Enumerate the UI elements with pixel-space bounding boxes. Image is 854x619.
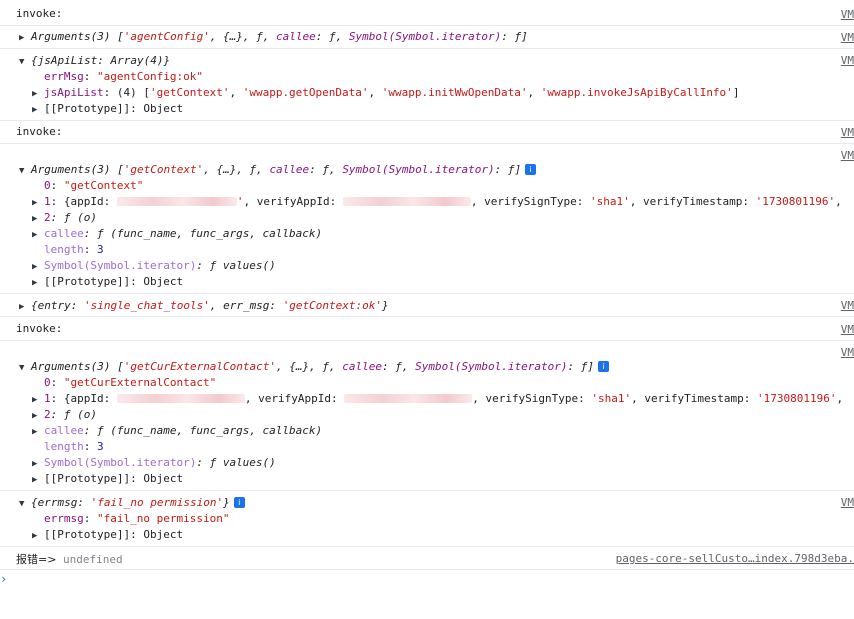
jsapilist-object-summary[interactable]: ▼ {jsApiList: Array(4)} xyxy=(0,54,854,67)
jsapilist-property[interactable]: ▶ jsApiList: (4) ['getContext', 'wwapp.ge… xyxy=(0,86,854,99)
expand-triangle-icon[interactable]: ▶ xyxy=(32,230,44,240)
length-property: length: 3 xyxy=(44,440,104,453)
source-link[interactable]: VM xyxy=(841,496,854,509)
prototype-row[interactable]: ▶ [[Prototype]]: Object xyxy=(0,528,854,541)
redacted-value xyxy=(342,197,471,206)
expand-triangle-icon[interactable]: ▶ xyxy=(32,411,44,421)
prompt-chevron-icon: › xyxy=(0,572,8,586)
collapse-triangle-icon[interactable]: ▼ xyxy=(19,499,31,509)
source-link[interactable]: VM xyxy=(841,323,854,336)
callee-property[interactable]: ▶ callee: ƒ (func_name, func_args, callba… xyxy=(0,227,854,240)
entry-object-summary[interactable]: ▶ {entry: 'single_chat_tools', err_msg: '… xyxy=(0,299,854,312)
expand-triangle-icon[interactable]: ▶ xyxy=(19,302,31,312)
source-link[interactable]: VM xyxy=(841,8,854,21)
errmsg-property: errMsg: "agentConfig:ok" xyxy=(44,70,203,83)
arguments-agentconfig-summary[interactable]: ▶ Arguments(3) ['agentConfig', {…}, ƒ, ca… xyxy=(0,30,854,43)
info-icon[interactable]: i xyxy=(233,497,245,508)
collapse-triangle-icon[interactable]: ▼ xyxy=(19,363,31,373)
index-0-property: 0: "getCurExternalContact" xyxy=(44,376,217,389)
prototype-row[interactable]: ▶ [[Prototype]]: Object xyxy=(0,472,854,485)
log-invoke-2: invoke: xyxy=(16,125,63,138)
source-link[interactable]: VM xyxy=(841,54,854,67)
length-property: length: 3 xyxy=(44,243,104,256)
expand-triangle-icon[interactable]: ▶ xyxy=(32,278,44,288)
expand-triangle-icon[interactable]: ▶ xyxy=(32,459,44,469)
redacted-value xyxy=(116,197,237,206)
source-file-link[interactable]: pages-core-sellCusto…index.798d3eba. xyxy=(616,552,854,565)
console-prompt[interactable]: › xyxy=(0,572,854,586)
expand-triangle-icon[interactable]: ▶ xyxy=(32,262,44,272)
log-invoke-1: invoke: xyxy=(16,7,63,20)
source-link[interactable]: VM xyxy=(841,31,854,44)
index-0-property: 0: "getContext" xyxy=(44,179,144,192)
divider xyxy=(0,143,854,144)
divider xyxy=(0,293,854,294)
expand-triangle-icon[interactable]: ▶ xyxy=(32,198,44,208)
symbol-iterator-property[interactable]: ▶ Symbol(Symbol.iterator): ƒ values() xyxy=(0,259,854,272)
prototype-row[interactable]: ▶ [[Prototype]]: Object xyxy=(0,102,854,115)
divider xyxy=(0,569,854,570)
index-2-property[interactable]: ▶ 2: ƒ (o) xyxy=(0,408,854,421)
divider xyxy=(0,546,854,547)
log-invoke-3: invoke: xyxy=(16,322,63,335)
errmsg-object-summary[interactable]: ▼ {errmsg: 'fail_no permission'} i xyxy=(0,496,854,509)
redacted-value xyxy=(116,394,245,403)
divider xyxy=(0,490,854,491)
redacted-value xyxy=(344,394,473,403)
arguments-getcurexternalcontact-summary[interactable]: ▼ Arguments(3) ['getCurExternalContact', … xyxy=(0,360,854,373)
divider xyxy=(0,340,854,341)
prototype-row[interactable]: ▶ [[Prototype]]: Object xyxy=(0,275,854,288)
info-icon[interactable]: i xyxy=(597,361,609,372)
divider xyxy=(0,120,854,121)
index-1-property[interactable]: ▶ 1: {appId: ', verifyAppId: , verifySign… xyxy=(0,195,854,208)
info-icon[interactable]: i xyxy=(525,164,537,175)
divider xyxy=(0,48,854,49)
expand-triangle-icon[interactable]: ▶ xyxy=(32,214,44,224)
expand-triangle-icon[interactable]: ▶ xyxy=(32,89,44,99)
expand-triangle-icon[interactable]: ▶ xyxy=(19,33,31,43)
source-link[interactable]: VM xyxy=(841,149,854,162)
collapse-triangle-icon[interactable]: ▼ xyxy=(19,166,31,176)
expand-triangle-icon[interactable]: ▶ xyxy=(32,531,44,541)
expand-triangle-icon[interactable]: ▶ xyxy=(32,105,44,115)
errmsg-property: errmsg: "fail_no permission" xyxy=(44,512,230,525)
index-1-property[interactable]: ▶ 1: {appId: , verifyAppId: , verifySignT… xyxy=(0,392,854,405)
callee-property[interactable]: ▶ callee: ƒ (func_name, func_args, callba… xyxy=(0,424,854,437)
divider xyxy=(0,25,854,26)
index-2-property[interactable]: ▶ 2: ƒ (o) xyxy=(0,211,854,224)
expand-triangle-icon[interactable]: ▶ xyxy=(32,475,44,485)
source-link[interactable]: VM xyxy=(841,299,854,312)
arguments-getcontext-summary[interactable]: ▼ Arguments(3) ['getContext', {…}, ƒ, cal… xyxy=(0,163,854,176)
expand-triangle-icon[interactable]: ▶ xyxy=(32,427,44,437)
expand-triangle-icon[interactable]: ▶ xyxy=(32,395,44,405)
symbol-iterator-property[interactable]: ▶ Symbol(Symbol.iterator): ƒ values() xyxy=(0,456,854,469)
source-link[interactable]: VM xyxy=(841,346,854,359)
collapse-triangle-icon[interactable]: ▼ xyxy=(19,57,31,67)
divider xyxy=(0,316,854,317)
source-link[interactable]: VM xyxy=(841,126,854,139)
